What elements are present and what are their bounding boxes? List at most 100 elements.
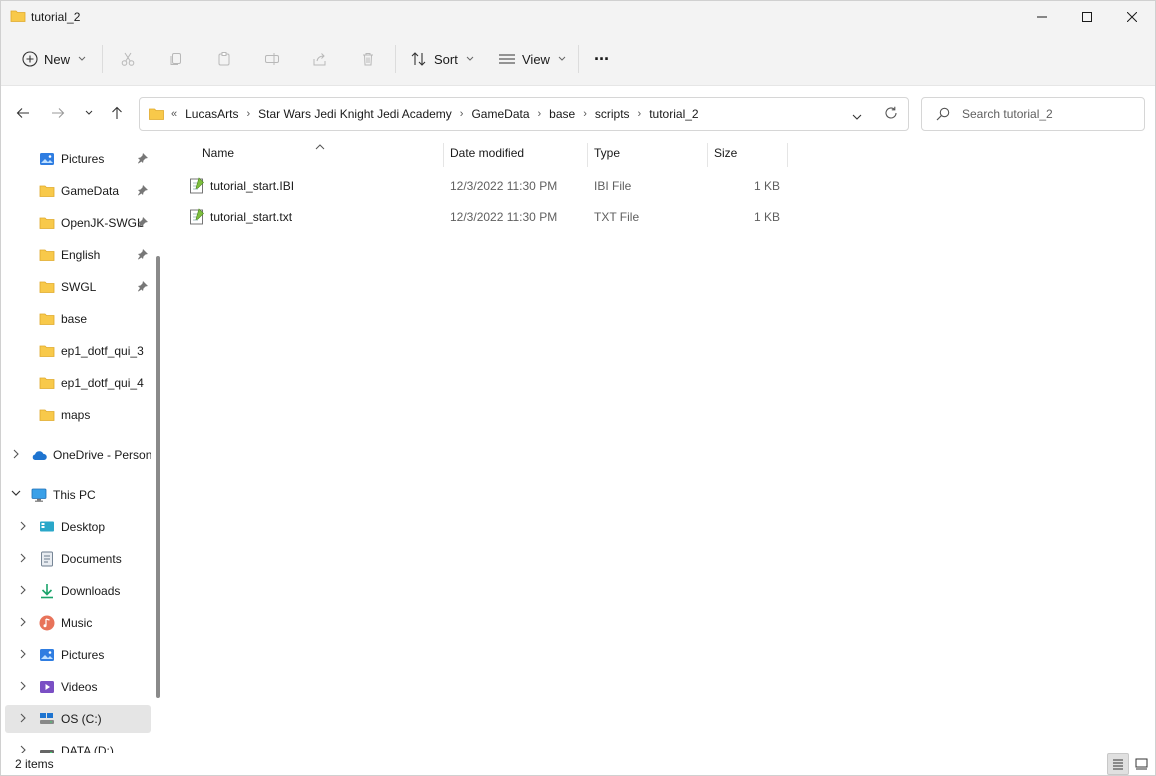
navigation-pane: Pictures GameData OpenJK-SWGL English SW…: [1, 139, 161, 753]
more-options-button[interactable]: ···: [594, 33, 610, 85]
breadcrumb-item[interactable]: tutorial_2: [645, 107, 702, 121]
chevron-right-icon[interactable]: [19, 745, 27, 753]
sidebar-item-this-pc[interactable]: This PC: [1, 481, 151, 509]
refresh-icon[interactable]: [884, 106, 898, 123]
address-history-chevron-icon[interactable]: [852, 110, 862, 124]
sidebar-item-os-c[interactable]: OS (C:): [5, 705, 151, 733]
column-divider[interactable]: [707, 143, 708, 167]
chevron-right-icon[interactable]: [19, 681, 27, 691]
sort-button[interactable]: Sort: [410, 33, 474, 85]
sidebar-item-openjk-swgl[interactable]: OpenJK-SWGL: [1, 209, 151, 237]
file-type: TXT File: [594, 210, 640, 224]
sidebar-item-onedrive[interactable]: OneDrive - Persona: [1, 441, 151, 469]
chevron-down-icon: [558, 56, 566, 61]
overflow-chevron[interactable]: «: [165, 108, 181, 120]
details-view-button[interactable]: [1107, 753, 1129, 775]
chevron-right-icon[interactable]: [19, 553, 27, 563]
up-button[interactable]: [105, 101, 129, 125]
sidebar-item-data-d[interactable]: DATA (D:): [1, 737, 151, 753]
sidebar-item-label: This PC: [53, 488, 96, 502]
sidebar-item-videos[interactable]: Videos: [1, 673, 151, 701]
sidebar-item-gamedata[interactable]: GameData: [1, 177, 151, 205]
breadcrumb-item[interactable]: LucasArts: [181, 107, 242, 121]
column-divider[interactable]: [443, 143, 444, 167]
title-bar[interactable]: tutorial_2: [1, 1, 1155, 33]
column-header-type[interactable]: Type: [594, 139, 620, 167]
drive-icon: [40, 750, 54, 753]
sidebar-item-documents[interactable]: Documents: [1, 545, 151, 573]
back-button[interactable]: [11, 101, 35, 125]
chevron-right-icon[interactable]: [19, 521, 27, 531]
sidebar-item-english[interactable]: English: [1, 241, 151, 269]
copy-icon[interactable]: [166, 49, 186, 69]
close-button[interactable]: [1109, 1, 1155, 33]
column-header-date[interactable]: Date modified: [450, 139, 524, 167]
share-icon[interactable]: [310, 49, 330, 69]
computer-icon: [31, 488, 47, 502]
desktop-icon: [40, 521, 54, 532]
chevron-right-icon[interactable]: [19, 585, 27, 595]
sidebar-item-pictures[interactable]: Pictures: [1, 641, 151, 669]
column-header-size[interactable]: Size: [714, 139, 737, 167]
sort-ascending-icon: [315, 139, 325, 153]
chevron-right-icon[interactable]: ›: [634, 108, 646, 120]
navigation-bar: « LucasArts › Star Wars Jedi Knight Jedi…: [1, 85, 1155, 140]
sidebar-item-desktop[interactable]: Desktop: [1, 513, 151, 541]
chevron-right-icon[interactable]: [19, 617, 27, 627]
chevron-right-icon[interactable]: ›: [534, 108, 546, 120]
sidebar-item-swgl[interactable]: SWGL: [1, 273, 151, 301]
chevron-right-icon[interactable]: [12, 449, 20, 459]
breadcrumb-item[interactable]: GameData: [467, 107, 533, 121]
search-input[interactable]: Search tutorial_2: [921, 97, 1145, 131]
details-view-icon: [1113, 759, 1123, 770]
chevron-right-icon[interactable]: ›: [579, 108, 591, 120]
sidebar-item-label: Pictures: [61, 648, 105, 662]
column-header-label: Name: [202, 146, 235, 160]
downloads-icon: [41, 584, 53, 599]
column-divider[interactable]: [787, 143, 788, 167]
text-file-icon: [190, 208, 204, 225]
paste-icon[interactable]: [214, 49, 234, 69]
file-row[interactable]: tutorial_start.txt 12/3/2022 11:30 PM TX…: [185, 203, 785, 231]
sidebar-item-label: ep1_dotf_qui_4: [61, 376, 144, 390]
window-title: tutorial_2: [31, 10, 81, 24]
file-row[interactable]: tutorial_start.IBI 12/3/2022 11:30 PM IB…: [185, 172, 785, 200]
column-header-name[interactable]: Name: [202, 139, 234, 167]
chevron-right-icon[interactable]: ›: [242, 108, 254, 120]
music-icon: [39, 615, 55, 631]
sidebar-item-downloads[interactable]: Downloads: [1, 577, 151, 605]
cut-icon[interactable]: [118, 49, 138, 69]
rename-icon[interactable]: [262, 49, 282, 69]
sidebar-item-music[interactable]: Music: [1, 609, 151, 637]
pictures-icon: [40, 153, 54, 165]
address-bar[interactable]: « LucasArts › Star Wars Jedi Knight Jedi…: [139, 97, 909, 131]
sidebar-item-label: ep1_dotf_qui_3: [61, 344, 144, 358]
sidebar-item-label: base: [61, 312, 88, 326]
chevron-right-icon[interactable]: ›: [456, 108, 468, 120]
sidebar-scrollbar[interactable]: [156, 256, 160, 698]
file-size: 1 KB: [753, 179, 780, 193]
sidebar-item-ep1-dotf-qui-4[interactable]: ep1_dotf_qui_4: [1, 369, 151, 397]
delete-icon[interactable]: [358, 49, 378, 69]
chevron-down-icon[interactable]: [11, 490, 21, 498]
minimize-button[interactable]: [1019, 1, 1065, 33]
file-date: 12/3/2022 11:30 PM: [450, 179, 558, 193]
maximize-button[interactable]: [1064, 1, 1110, 33]
view-button[interactable]: View: [498, 33, 566, 85]
chevron-right-icon[interactable]: [19, 649, 27, 659]
sidebar-item-maps[interactable]: maps: [1, 401, 151, 429]
breadcrumb-item[interactable]: scripts: [591, 107, 634, 121]
recent-locations-button[interactable]: [77, 101, 101, 125]
search-icon: [936, 107, 950, 124]
large-icons-view-button[interactable]: [1130, 753, 1152, 775]
breadcrumb-item[interactable]: Star Wars Jedi Knight Jedi Academy: [254, 107, 456, 121]
new-button[interactable]: New: [22, 33, 86, 85]
sidebar-item-base[interactable]: base: [1, 305, 151, 333]
sidebar-item-label: maps: [61, 408, 91, 422]
column-divider[interactable]: [587, 143, 588, 167]
sidebar-item-pictures-pinned[interactable]: Pictures: [1, 145, 151, 173]
chevron-right-icon[interactable]: [19, 713, 27, 723]
forward-button[interactable]: [46, 101, 70, 125]
breadcrumb-item[interactable]: base: [545, 107, 579, 121]
sidebar-item-ep1-dotf-qui-3[interactable]: ep1_dotf_qui_3: [1, 337, 151, 365]
